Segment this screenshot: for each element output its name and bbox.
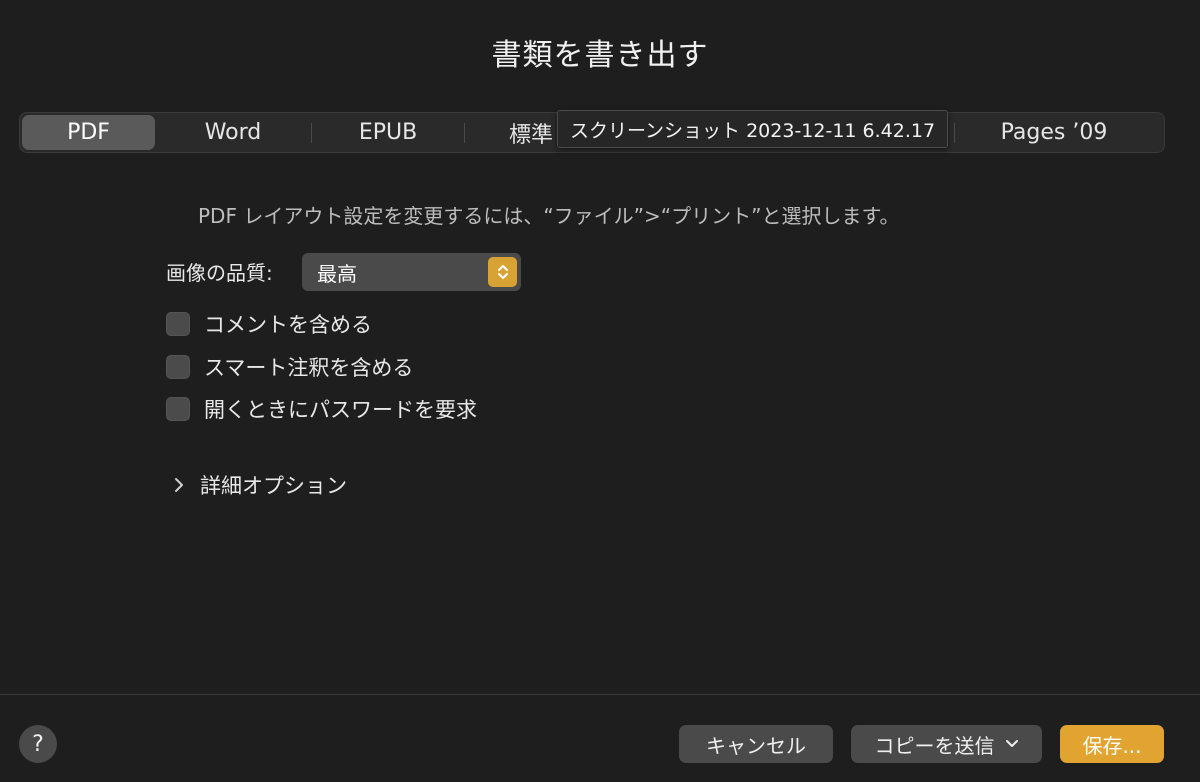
tab-pdf[interactable]: PDF [22, 115, 155, 150]
up-down-chevron-icon [488, 257, 517, 287]
image-quality-value: 最高 [317, 261, 357, 286]
include-comments-checkbox[interactable] [166, 312, 190, 336]
chevron-down-icon [1005, 739, 1019, 749]
dialog-title: 書類を書き出す [491, 38, 709, 73]
include-comments-option[interactable]: コメントを含める [166, 309, 372, 339]
pdf-layout-info: PDF レイアウト設定を変更するには、“ファイル”>“プリント”と選択します。 [198, 204, 900, 228]
export-dialog: 書類を書き出す PDF Word EPUB 標準 Pages ’09 スクリーン… [0, 0, 1200, 782]
require-password-option[interactable]: 開くときにパスワードを要求 [166, 394, 477, 424]
help-button[interactable]: ? [19, 725, 57, 763]
image-quality-popup[interactable]: 最高 [302, 253, 521, 291]
footer-divider [0, 694, 1200, 695]
image-quality-label: 画像の品質: [166, 261, 273, 285]
tab-pages09[interactable]: Pages ’09 [955, 115, 1153, 150]
include-comments-label: コメントを含める [204, 313, 372, 337]
include-smart-annotations-option[interactable]: スマート注釈を含める [166, 352, 413, 382]
advanced-options-disclosure[interactable]: 詳細オプション [172, 470, 347, 500]
advanced-options-label: 詳細オプション [200, 474, 347, 498]
save-button[interactable]: 保存... [1060, 725, 1164, 763]
include-smart-annotations-label: スマート注釈を含める [204, 356, 414, 380]
cancel-button[interactable]: キャンセル [679, 725, 833, 763]
require-password-checkbox[interactable] [166, 397, 190, 421]
tab-epub[interactable]: EPUB [312, 115, 464, 150]
include-smart-annotations-checkbox[interactable] [166, 355, 190, 379]
send-copy-label: コピーを送信 [874, 733, 995, 758]
filename-tooltip: スクリーンショット 2023-12-11 6.42.17 [557, 110, 949, 148]
tab-word[interactable]: Word [155, 115, 311, 150]
send-copy-button[interactable]: コピーを送信 [851, 725, 1042, 763]
require-password-label: 開くときにパスワードを要求 [204, 398, 477, 422]
chevron-right-icon [172, 475, 186, 495]
